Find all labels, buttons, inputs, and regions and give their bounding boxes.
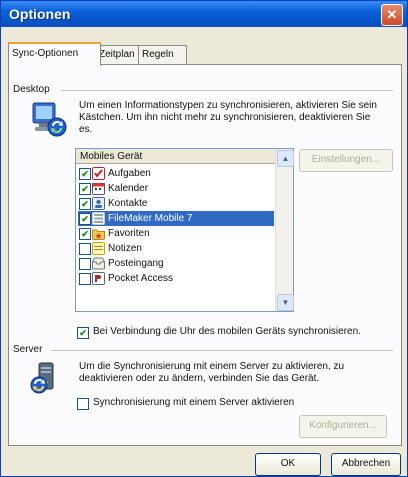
scroll-down-button[interactable]: ▼ <box>277 294 294 311</box>
list-item-label: Kalender <box>108 183 149 194</box>
pocket-access-icon <box>92 272 105 285</box>
list-item-posteingang[interactable]: Posteingang <box>78 256 274 271</box>
sync-item-list[interactable]: Mobiles Gerät ✔ Aufgaben ✔ Kalender ✔ Ko… <box>75 148 294 312</box>
tab-sync-options[interactable]: Sync-Optionen <box>8 42 101 66</box>
list-item-kontakte[interactable]: ✔ Kontakte <box>78 196 274 211</box>
checkbox-pocket-access[interactable] <box>79 273 91 285</box>
favorites-folder-icon <box>92 229 105 240</box>
window-title: Optionen <box>9 6 71 22</box>
checkbox-kontakte[interactable]: ✔ <box>79 198 91 210</box>
server-sync-icon <box>30 362 54 394</box>
settings-button[interactable]: Einstellungen... <box>299 149 393 172</box>
list-item-label: Aufgaben <box>108 168 151 179</box>
desktop-sync-icon <box>32 102 67 137</box>
list-item-label: Pocket Access <box>108 273 174 284</box>
sync-clock-checkbox[interactable]: ✔ <box>77 327 89 339</box>
list-item-kalender[interactable]: ✔ Kalender <box>78 181 274 196</box>
list-item-label: Kontakte <box>108 198 148 209</box>
checkbox-kalender[interactable]: ✔ <box>79 183 91 195</box>
checkbox-favoriten[interactable]: ✔ <box>79 228 91 240</box>
cancel-button[interactable]: Abbrechen <box>331 453 401 476</box>
options-dialog: Optionen ✕ Sync-Optionen Zeitplan Regeln… <box>0 0 408 477</box>
checkbox-filemaker-mobile[interactable]: ✔ <box>79 213 91 225</box>
close-button[interactable]: ✕ <box>381 4 403 26</box>
configure-button[interactable]: Konfigurieren... <box>299 415 387 438</box>
tasks-icon <box>92 167 105 180</box>
contacts-icon <box>92 197 105 210</box>
server-sync-checkbox[interactable] <box>77 398 89 410</box>
filemaker-icon <box>92 212 105 225</box>
desktop-group-label: Desktop <box>13 84 50 95</box>
server-description: Um die Synchronisierung mit einem Server… <box>79 361 345 384</box>
tab-schedule[interactable]: Zeitplan <box>95 45 143 64</box>
tab-rules[interactable]: Regeln <box>138 45 187 64</box>
list-scrollbar[interactable]: ▲ ▼ <box>275 149 294 311</box>
list-item-label: Notizen <box>108 243 142 254</box>
checkbox-posteingang[interactable] <box>79 258 91 270</box>
sync-clock-label: Bei Verbindung die Uhr des mobilen Gerät… <box>93 326 361 337</box>
list-item-label: FileMaker Mobile 7 <box>108 213 193 224</box>
server-sync-label: Synchronisierung mit einem Server aktivi… <box>93 397 295 408</box>
ok-button[interactable]: OK <box>255 453 321 476</box>
list-item-label: Posteingang <box>108 258 164 269</box>
desktop-group-divider <box>61 90 393 91</box>
list-item-notizen[interactable]: Notizen <box>78 241 274 256</box>
server-group-label: Server <box>13 344 43 355</box>
desktop-description: Um einen Informationstypen zu synchronis… <box>79 100 377 135</box>
server-group-divider <box>51 350 393 351</box>
calendar-icon <box>92 183 105 195</box>
checkbox-notizen[interactable] <box>79 243 91 255</box>
checkbox-aufgaben[interactable]: ✔ <box>79 168 91 180</box>
list-item-filemaker-mobile[interactable]: ✔ FileMaker Mobile 7 <box>78 211 274 226</box>
list-item-aufgaben[interactable]: ✔ Aufgaben <box>78 166 274 181</box>
list-item-pocket-access[interactable]: Pocket Access <box>78 271 274 286</box>
list-item-label: Favoriten <box>108 228 150 239</box>
inbox-icon <box>92 257 105 270</box>
title-bar[interactable]: Optionen ✕ <box>1 1 407 27</box>
scroll-up-button[interactable]: ▲ <box>277 150 294 167</box>
list-column-header[interactable]: Mobiles Gerät <box>76 149 275 164</box>
notes-icon <box>92 242 105 255</box>
list-item-favoriten[interactable]: ✔ Favoriten <box>78 226 274 241</box>
